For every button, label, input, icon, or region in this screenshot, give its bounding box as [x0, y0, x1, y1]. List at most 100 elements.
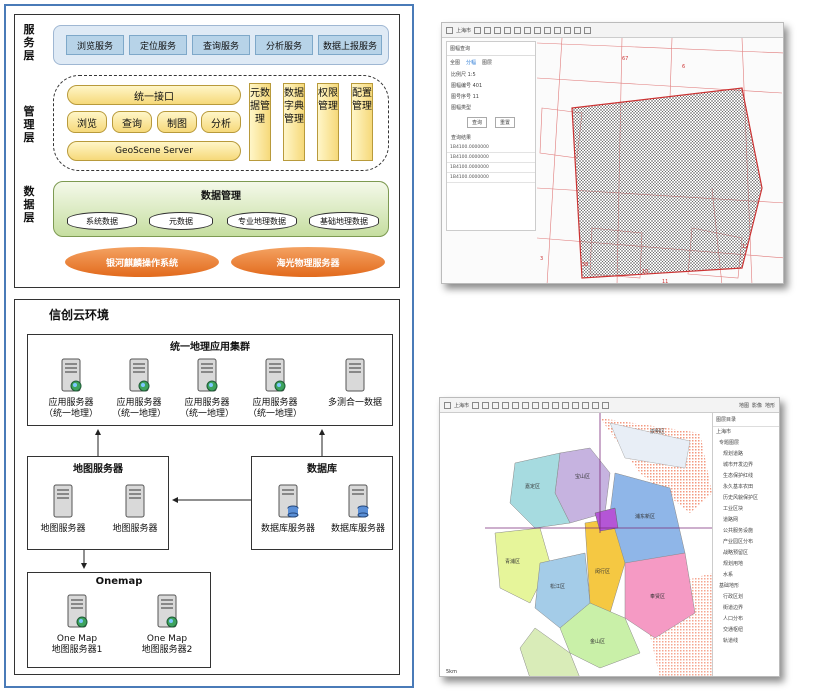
- toolbar-icon[interactable]: [512, 401, 520, 409]
- map-toolbar: 上海市: [442, 23, 783, 38]
- field-serial[interactable]: 图号序号 11: [447, 91, 535, 102]
- tab-map[interactable]: 地图: [739, 402, 749, 409]
- layer-tree: 上海市 专题图层 规划道路 城市开发边界 生态保护红线 永久基本农田 历史风貌保护区 工业区块…: [713, 427, 779, 647]
- layer-tree-panel: 图层目录 上海市 专题图层 规划道路 城市开发边界 生态保护红线 永久基本农田 历史风貌保护…: [712, 413, 779, 676]
- layer-tree-item[interactable]: 战略预留区: [713, 548, 779, 559]
- toolbar-city[interactable]: 上海市: [454, 402, 469, 409]
- selected-parcel: [571, 87, 763, 279]
- query-panel-title: 图幅查询: [447, 42, 535, 56]
- function-browse: 浏览: [67, 111, 107, 133]
- layer-tree-item[interactable]: 街道边界: [713, 603, 779, 614]
- field-type[interactable]: 图幅类型: [447, 102, 535, 113]
- server-globe-icon: [61, 358, 82, 392]
- map-number: 3: [540, 256, 543, 262]
- app-server-3: 应用服务器 （统一地理）: [177, 358, 237, 420]
- list-item[interactable]: 1B4100.0000000: [447, 173, 535, 183]
- layer-tree-item[interactable]: 交通枢纽: [713, 625, 779, 636]
- list-item[interactable]: 1B4100.0000000: [447, 153, 535, 163]
- service-analysis: 分析服务: [255, 35, 313, 55]
- layer-tree-item[interactable]: 城市开发边界: [713, 460, 779, 471]
- toolbar-icon[interactable]: [564, 26, 572, 34]
- server-icon: [53, 484, 73, 518]
- field-scale[interactable]: 比例尺 1:5: [447, 69, 535, 80]
- cloud-deployment-diagram: 信创云环境 统一地理应用集群 地图服务器 数据库 Onemap 应用服务器 （统…: [14, 299, 400, 675]
- toolbar-icon[interactable]: [542, 401, 550, 409]
- layer-tree-item[interactable]: 专题图层: [713, 438, 779, 449]
- layer-tree-item[interactable]: 产业园区分布: [713, 537, 779, 548]
- toolbar-icon[interactable]: [482, 401, 490, 409]
- layer-tree-item[interactable]: 规划用地: [713, 559, 779, 570]
- toolbar-icon[interactable]: [446, 26, 453, 34]
- district-label: 宝山区: [575, 473, 590, 480]
- layer-tree-item[interactable]: 人口分布: [713, 614, 779, 625]
- map-server-2: 地图服务器: [107, 484, 163, 535]
- query-button[interactable]: 查询: [466, 117, 487, 128]
- toolbar-city[interactable]: 上海市: [456, 27, 471, 34]
- toolbar-icon[interactable]: [522, 401, 530, 409]
- layer-label-management: 管理层: [23, 105, 35, 144]
- district-label: 松江区: [550, 583, 565, 590]
- toolbar-icon[interactable]: [562, 401, 570, 409]
- layer-tree-item[interactable]: 基础地形: [713, 581, 779, 592]
- toolbar-icon[interactable]: [504, 26, 512, 34]
- toolbar-icon[interactable]: [444, 401, 451, 409]
- layer-tree-item[interactable]: 道路网: [713, 515, 779, 526]
- module-permission: 权限管理: [317, 83, 339, 161]
- toolbar-icon[interactable]: [582, 401, 590, 409]
- database-server-icon: [278, 484, 299, 518]
- toolbar-icon[interactable]: [474, 26, 482, 34]
- toolbar-icon[interactable]: [484, 26, 492, 34]
- toolbar-icon[interactable]: [552, 401, 560, 409]
- function-analysis: 分析: [201, 111, 241, 133]
- list-item[interactable]: 1B4100.0000000: [447, 163, 535, 173]
- tab-terrain[interactable]: 地形: [765, 402, 775, 409]
- layer-label-data: 数据层: [23, 185, 35, 224]
- map-server-2-label: 地图服务器: [112, 524, 158, 534]
- os-kylin: 银河麒麟操作系统: [65, 247, 219, 277]
- service-query: 查询服务: [192, 35, 250, 55]
- module-config: 配置管理: [351, 83, 373, 161]
- toolbar-icon[interactable]: [602, 401, 610, 409]
- toolbar-icon[interactable]: [554, 26, 562, 34]
- layer-tree-item[interactable]: 水系: [713, 570, 779, 581]
- toolbar-icon[interactable]: [574, 26, 582, 34]
- layer-tree-item[interactable]: 永久基本农田: [713, 482, 779, 493]
- tab-layer[interactable]: 图层: [482, 59, 492, 66]
- toolbar-icon[interactable]: [494, 26, 502, 34]
- app-server-1: 应用服务器 （统一地理）: [41, 358, 101, 420]
- tab-imagery[interactable]: 影像: [752, 402, 762, 409]
- service-locate: 定位服务: [129, 35, 187, 55]
- layer-tree-item[interactable]: 生态保护红线: [713, 471, 779, 482]
- toolbar-icon[interactable]: [572, 401, 580, 409]
- layer-tree-item[interactable]: 规划道路: [713, 449, 779, 460]
- field-sheet-no[interactable]: 图幅编号 401: [447, 80, 535, 91]
- function-query: 查询: [112, 111, 152, 133]
- multi-survey-label: 多测合一数据: [327, 398, 382, 408]
- district-map[interactable]: 崇明区 宝山区 嘉定区 青浦区 松江区 闵行区 浦东新区 奉贤区 金山区 5km: [440, 413, 712, 677]
- tab-full[interactable]: 全图: [450, 59, 460, 66]
- layer-tree-item[interactable]: 公共服务设施: [713, 526, 779, 537]
- layer-tree-item[interactable]: 历史风貌保护区: [713, 493, 779, 504]
- toolbar-icon[interactable]: [592, 401, 600, 409]
- list-item[interactable]: 1B4100.0000000: [447, 143, 535, 153]
- layer-tree-item[interactable]: 上海市: [713, 427, 779, 438]
- toolbar-icon[interactable]: [532, 401, 540, 409]
- toolbar-icon[interactable]: [534, 26, 542, 34]
- toolbar-icon[interactable]: [492, 401, 500, 409]
- toolbar-icon[interactable]: [502, 401, 510, 409]
- layer-tree-item[interactable]: 行政区划: [713, 592, 779, 603]
- layer-tree-item[interactable]: 轨道线: [713, 636, 779, 647]
- toolbar-icon[interactable]: [584, 26, 592, 34]
- layer-tree-item[interactable]: 工业区块: [713, 504, 779, 515]
- module-dictionary: 数据字典管理: [283, 83, 305, 161]
- reset-button[interactable]: 重置: [495, 117, 516, 128]
- tab-sheet[interactable]: 分幅: [466, 59, 476, 66]
- toolbar-icon[interactable]: [514, 26, 522, 34]
- db-basic-geo: 基础地理数据: [309, 212, 379, 230]
- toolbar-icon[interactable]: [544, 26, 552, 34]
- module-metadata: 元数据管理: [249, 83, 271, 161]
- toolbar-icon[interactable]: [472, 401, 480, 409]
- toolbar-icon[interactable]: [524, 26, 532, 34]
- db-professional-geo: 专业地理数据: [227, 212, 297, 230]
- result-header: 查询结果: [451, 135, 472, 141]
